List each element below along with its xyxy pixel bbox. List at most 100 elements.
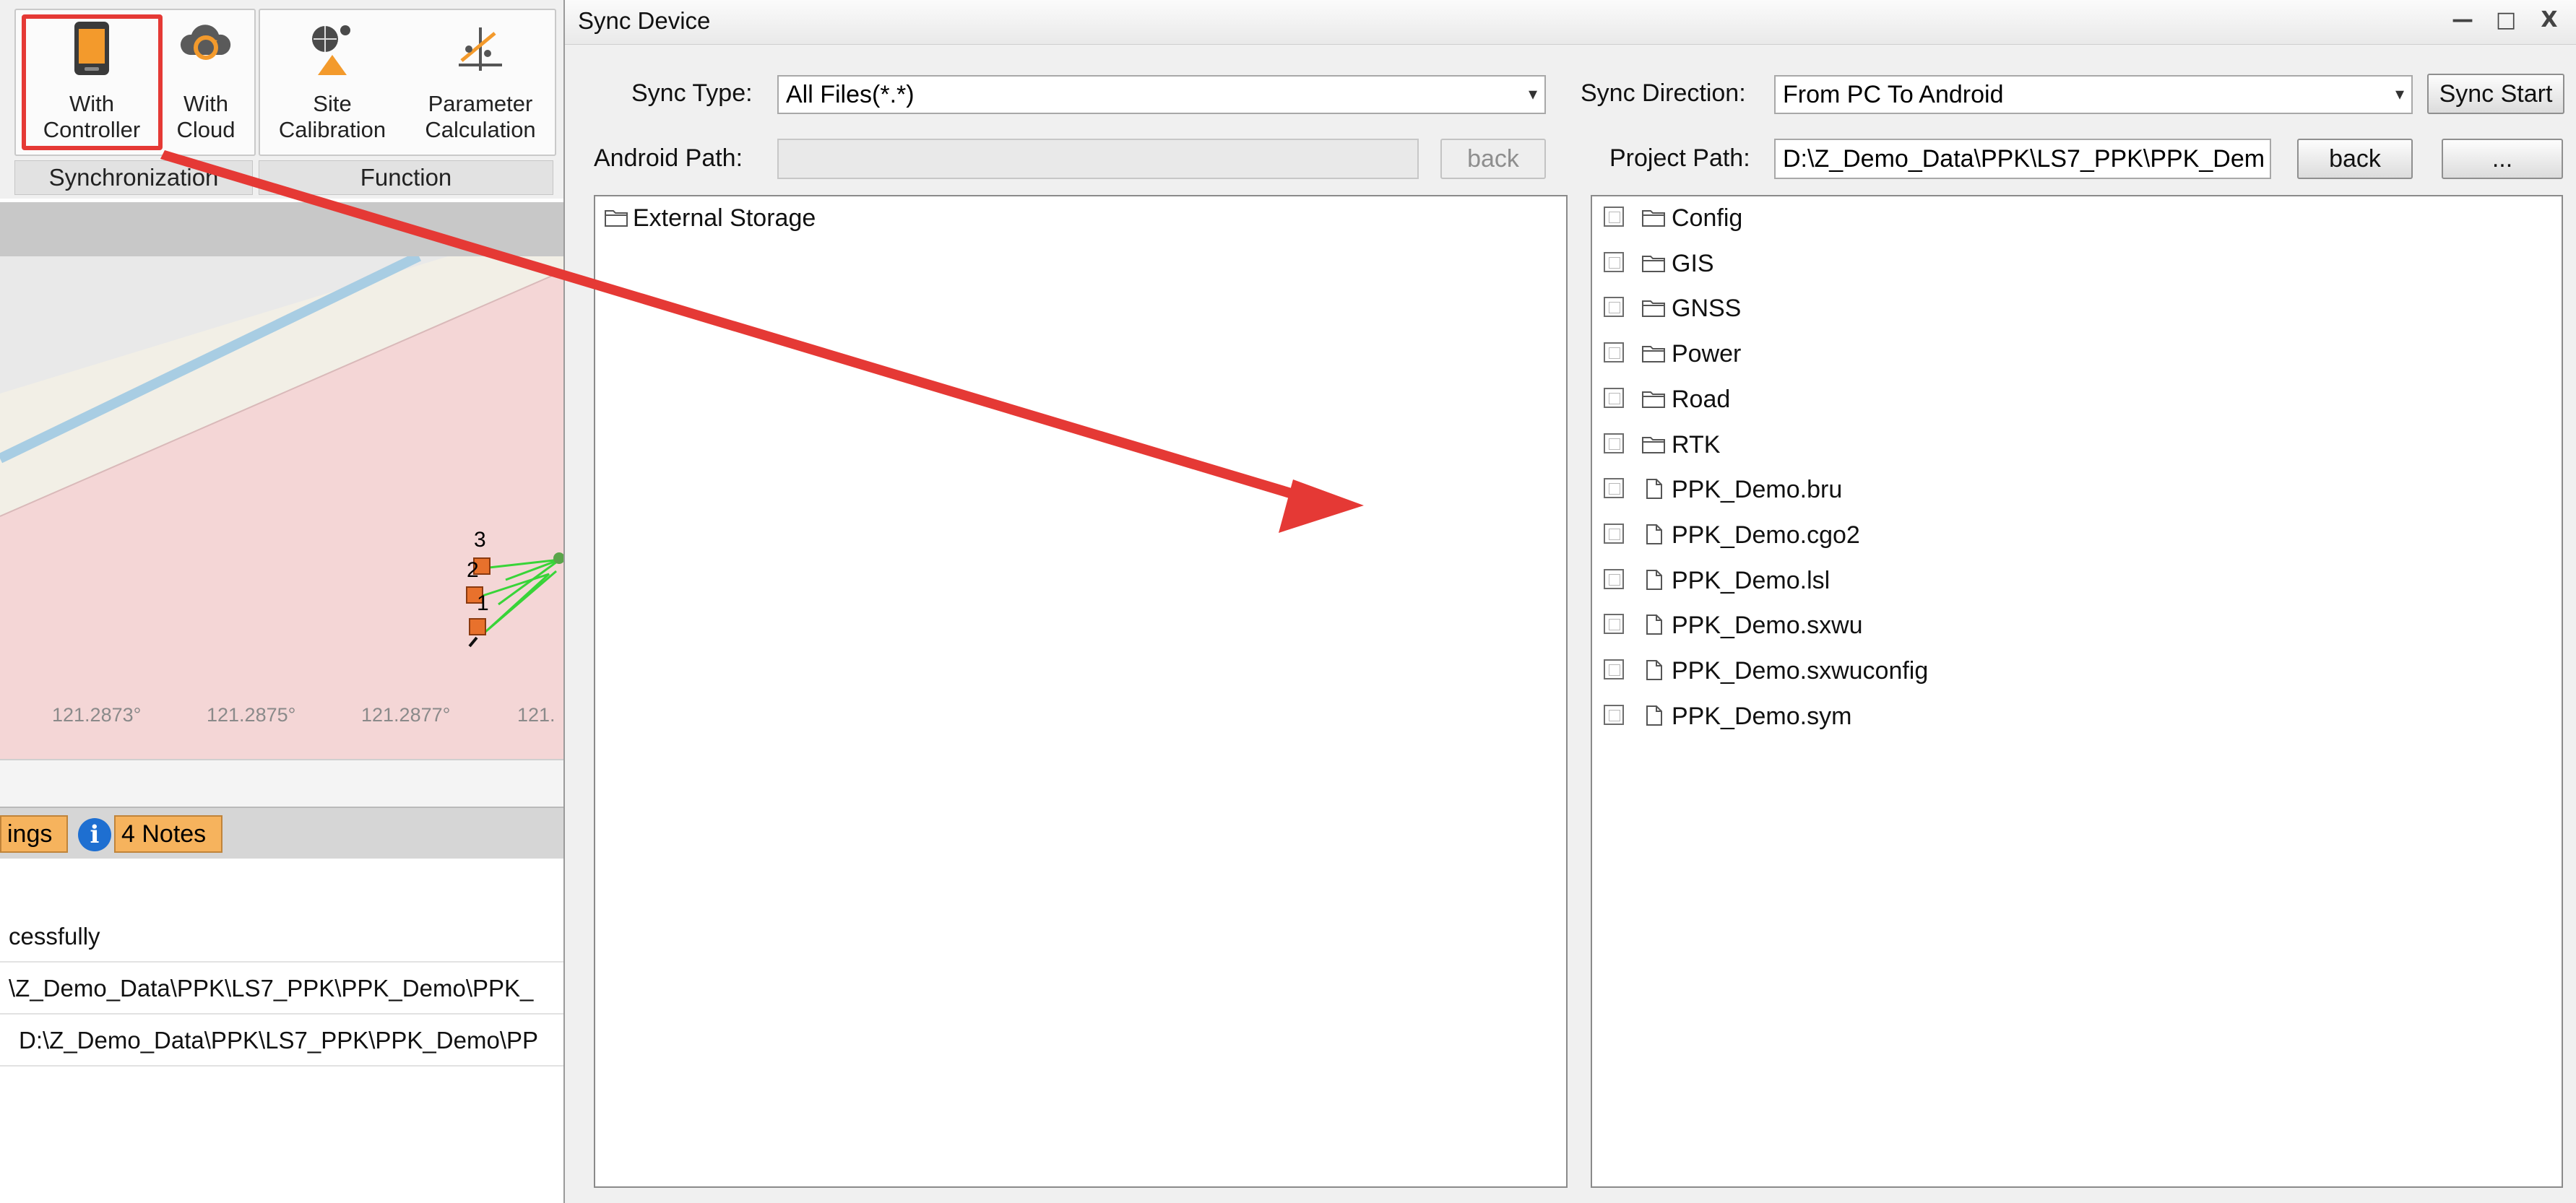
checkbox[interactable] (1604, 387, 1624, 408)
sync-type-label: Sync Type: (631, 79, 753, 107)
site-calibration-button[interactable]: Site Calibration (275, 13, 390, 147)
sync-device-dialog: Sync Device — □ X Sync Type: All Files(*… (563, 0, 2576, 1203)
group-label-synchronization: Synchronization (14, 160, 253, 195)
group-label-function: Function (259, 160, 553, 195)
parameter-calculation-button[interactable]: Parameter Calculation (412, 13, 549, 147)
checkbox[interactable] (1604, 659, 1624, 679)
cloud-sync-icon (180, 25, 231, 60)
tree-item-file[interactable]: PPK_Demo.cgo2 (1599, 513, 2466, 557)
tree-item-label: RTK (1672, 430, 1721, 459)
tree-item-folder[interactable]: GNSS (1599, 287, 2466, 330)
site-calibration-icon (312, 25, 350, 75)
ribbon: With Controller With Cloud Site Calibrat… (0, 0, 563, 199)
tree-item-file[interactable]: PPK_Demo.lsl (1599, 559, 2466, 602)
selection-highlight (22, 14, 163, 150)
checkbox[interactable] (1604, 568, 1624, 589)
tree-item-label: PPK_Demo.cgo2 (1672, 521, 1860, 549)
checkbox[interactable] (1604, 297, 1624, 318)
sync-start-button[interactable]: Sync Start (2427, 74, 2564, 114)
tree-item-file[interactable]: PPK_Demo.sym (1599, 695, 2466, 738)
with-cloud-button[interactable]: With Cloud (152, 13, 260, 147)
site-calibration-label: Site Calibration (278, 91, 386, 142)
log-list: cessfully \Z_Demo_Data\PPK\LS7_PPK\PPK_D… (0, 859, 563, 1203)
map-tick-label: 121.2877° (361, 704, 451, 726)
tree-item-label: PPK_Demo.lsl (1672, 566, 1831, 594)
tree-item-file[interactable]: PPK_Demo.sxwuconfig (1599, 649, 2466, 692)
tree-item-folder[interactable]: RTK (1599, 423, 2466, 466)
folder-icon (605, 210, 628, 227)
file-icon (1646, 524, 1662, 544)
chevron-down-icon: ▾ (1528, 84, 1537, 104)
android-back-button[interactable]: back (1440, 139, 1546, 179)
tree-item-label: PPK_Demo.sym (1672, 702, 1852, 730)
dialog-titlebar: Sync Device — □ X (565, 0, 2576, 45)
tree-item-folder[interactable]: Road (1599, 378, 2466, 421)
tree-item-label: GIS (1672, 249, 1714, 277)
tree-item-label: Config (1672, 204, 1743, 232)
point-label-2: 2 (467, 558, 479, 582)
sync-direction-label: Sync Direction: (1581, 79, 1746, 107)
point-label-1: 1 (477, 591, 489, 615)
tree-item-label: PPK_Demo.bru (1672, 476, 1843, 504)
folder-icon (1642, 391, 1665, 408)
maximize-button[interactable]: □ (2486, 4, 2525, 36)
tree-item-file[interactable]: PPK_Demo.bru (1599, 468, 2466, 511)
tree-item-label: PPK_Demo.sxwu (1672, 612, 1863, 640)
checkbox[interactable] (1604, 614, 1624, 635)
log-row: D:\Z_Demo_Data\PPK\LS7_PPK\PPK_Demo\PP (0, 1015, 563, 1067)
sync-type-select[interactable]: All Files(*.*) ▾ (777, 75, 1546, 114)
file-icon (1646, 705, 1662, 726)
tab-notes[interactable]: 4 Notes (114, 815, 222, 853)
tree-item-folder[interactable]: Power (1599, 332, 2466, 375)
tree-item-folder[interactable]: Config (1599, 196, 2466, 240)
map-tick-label: 121.2873° (52, 704, 142, 726)
folder-icon (1642, 300, 1665, 318)
map-toolbar (0, 202, 563, 256)
file-icon (1646, 660, 1662, 680)
android-file-tree[interactable]: External Storage (594, 195, 1568, 1188)
tab-warnings[interactable]: ings (0, 815, 68, 853)
folder-icon (1642, 210, 1665, 227)
checkbox[interactable] (1604, 523, 1624, 544)
close-button[interactable]: X (2530, 4, 2569, 36)
checkbox[interactable] (1604, 433, 1624, 453)
project-path-input[interactable]: D:\Z_Demo_Data\PPK\LS7_PPK\PPK_Dem (1774, 139, 2271, 179)
info-icon: i (78, 818, 111, 851)
android-path-input[interactable] (777, 139, 1419, 179)
map-view[interactable]: 3 2 1 121.2873° 121.2875° 121.2877° 121. (0, 256, 563, 759)
project-file-tree[interactable]: Config GIS GNSS Power Road RTK PPK_Demo.bru PPK… (1591, 195, 2563, 1188)
tree-item-label: Power (1672, 340, 1742, 368)
log-row: \Z_Demo_Data\PPK\LS7_PPK\PPK_Demo\PPK_ (0, 963, 563, 1015)
lower-panel-header (0, 759, 563, 811)
map-tick-label: 121. (517, 704, 556, 726)
file-icon (1646, 479, 1662, 500)
checkbox[interactable] (1604, 207, 1624, 227)
with-cloud-label: With Cloud (176, 91, 235, 142)
browse-button[interactable]: ... (2442, 139, 2563, 179)
project-back-button[interactable]: back (2297, 139, 2413, 179)
tree-item-file[interactable]: PPK_Demo.sxwu (1599, 604, 2466, 647)
parameter-calculation-icon (459, 27, 502, 71)
folder-icon (1642, 346, 1665, 363)
sync-direction-value: From PC To Android (1783, 81, 2004, 108)
folder-icon (1642, 255, 1665, 272)
checkbox[interactable] (1604, 251, 1624, 272)
checkbox[interactable] (1604, 704, 1624, 725)
tree-item-label: PPK_Demo.sxwuconfig (1672, 657, 1929, 685)
minimize-button[interactable]: — (2443, 4, 2482, 36)
map-tick-label: 121.2875° (207, 704, 296, 726)
file-icon (1646, 614, 1662, 635)
tree-item-label: Road (1672, 385, 1731, 413)
sync-direction-select[interactable]: From PC To Android ▾ (1774, 75, 2413, 114)
message-tabs: ings i 4 Notes (0, 807, 563, 859)
sync-type-value: All Files(*.*) (786, 81, 915, 108)
checkbox[interactable] (1604, 478, 1624, 499)
android-path-label: Android Path: (594, 144, 743, 172)
checkbox[interactable] (1604, 342, 1624, 363)
tree-item-label: GNSS (1672, 295, 1742, 323)
log-row: cessfully (0, 911, 563, 963)
file-icon (1646, 569, 1662, 590)
tree-item-folder[interactable]: GIS (1599, 242, 2466, 285)
dialog-title: Sync Device (578, 7, 711, 34)
tree-item-label: External Storage (633, 204, 816, 232)
